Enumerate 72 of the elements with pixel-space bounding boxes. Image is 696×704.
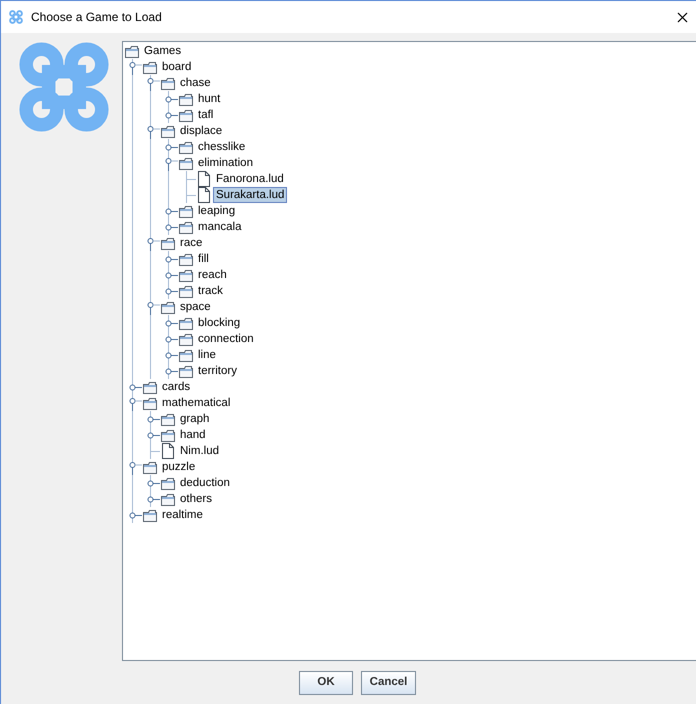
folder-item[interactable]: chesslike xyxy=(195,139,248,155)
folder-item[interactable]: cards xyxy=(159,379,194,395)
folder-item[interactable]: fill xyxy=(195,251,212,267)
collapse-handle-icon[interactable] xyxy=(146,299,160,315)
folder-item[interactable]: hand xyxy=(177,427,209,443)
collapse-handle-icon[interactable] xyxy=(146,75,160,91)
collapse-handle-icon[interactable] xyxy=(164,155,178,171)
folder-icon xyxy=(178,332,194,346)
folder-item[interactable]: reach xyxy=(195,267,230,283)
folder-icon xyxy=(142,60,158,74)
folder-item[interactable]: graph xyxy=(177,411,212,427)
folder-icon xyxy=(160,428,176,442)
folder-icon xyxy=(178,108,194,122)
collapse-handle-icon[interactable] xyxy=(146,123,160,139)
folder-item[interactable]: deduction xyxy=(177,475,233,491)
folder-item[interactable]: Games xyxy=(141,43,184,59)
folder-item[interactable]: realtime xyxy=(159,507,206,523)
folder-icon xyxy=(160,412,176,426)
close-icon[interactable] xyxy=(677,12,688,22)
folder-icon xyxy=(178,316,194,330)
folder-item[interactable]: board xyxy=(159,59,194,75)
folder-icon xyxy=(178,252,194,266)
ok-button[interactable]: OK xyxy=(299,671,353,695)
folder-icon xyxy=(178,140,194,154)
folder-icon xyxy=(178,204,194,218)
folder-item[interactable]: others xyxy=(177,491,215,507)
folder-icon xyxy=(178,268,194,282)
file-icon xyxy=(196,171,212,187)
folder-item[interactable]: mathematical xyxy=(159,395,234,411)
folder-icon xyxy=(160,76,176,90)
collapse-handle-icon[interactable] xyxy=(128,395,142,411)
file-icon xyxy=(160,443,176,459)
folder-item[interactable]: hunt xyxy=(195,91,224,107)
folder-item[interactable]: chase xyxy=(177,75,214,91)
folder-icon xyxy=(160,476,176,490)
file-item[interactable]: Nim.lud xyxy=(177,443,222,459)
folder-item[interactable]: puzzle xyxy=(159,459,198,475)
folder-item[interactable]: line xyxy=(195,347,219,363)
folder-icon xyxy=(160,236,176,250)
folder-item[interactable]: leaping xyxy=(195,203,238,219)
folder-icon xyxy=(142,380,158,394)
folder-icon xyxy=(160,300,176,314)
folder-item[interactable]: space xyxy=(177,299,214,315)
folder-icon xyxy=(178,348,194,362)
collapse-handle-icon[interactable] xyxy=(128,459,142,475)
folder-icon xyxy=(178,220,194,234)
folder-item[interactable]: displace xyxy=(177,123,226,139)
folder-icon xyxy=(178,156,194,170)
folder-item[interactable]: tafl xyxy=(195,107,216,123)
folder-icon xyxy=(178,364,194,378)
folder-icon xyxy=(142,460,158,474)
collapse-handle-icon[interactable] xyxy=(146,235,160,251)
cancel-button[interactable]: Cancel xyxy=(361,671,416,695)
folder-item[interactable]: elimination xyxy=(195,155,256,171)
folder-item[interactable]: connection xyxy=(195,331,257,347)
folder-item[interactable]: mancala xyxy=(195,219,244,235)
folder-icon xyxy=(142,508,158,522)
folder-icon xyxy=(178,284,194,298)
folder-item[interactable]: track xyxy=(195,283,226,299)
folder-item[interactable]: race xyxy=(177,235,206,251)
folder-icon xyxy=(160,492,176,506)
folder-item[interactable]: blocking xyxy=(195,315,244,331)
file-item[interactable]: Surakarta.lud xyxy=(213,187,288,203)
app-logo-icon xyxy=(9,10,23,24)
window-title: Choose a Game to Load xyxy=(31,9,162,26)
folder-icon xyxy=(178,92,194,106)
folder-icon xyxy=(142,396,158,410)
collapse-handle-icon[interactable] xyxy=(128,59,142,75)
file-icon xyxy=(196,187,212,203)
folder-item[interactable]: territory xyxy=(195,363,240,379)
file-item[interactable]: Fanorona.lud xyxy=(213,171,287,187)
folder-icon xyxy=(160,124,176,138)
